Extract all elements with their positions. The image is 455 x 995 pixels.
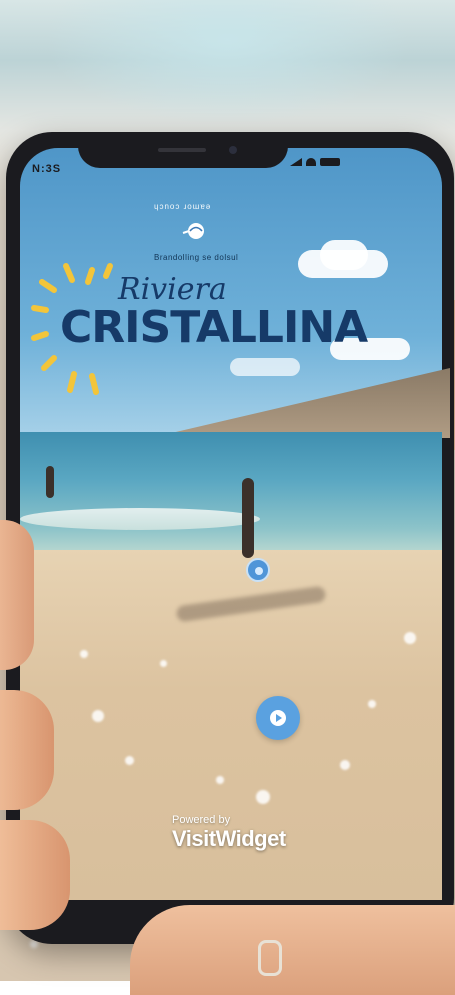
hand-palm	[130, 905, 455, 995]
hand-finger-left	[0, 820, 70, 930]
cloud	[230, 358, 300, 376]
play-button[interactable]	[256, 696, 300, 740]
sparkle	[160, 660, 167, 667]
powered-by-label: Powered by	[172, 814, 231, 826]
ring	[258, 940, 282, 976]
status-time: N:3S	[32, 163, 62, 175]
location-dot-icon[interactable]	[246, 558, 270, 582]
top-label: ɥɔnoɔ ɹoɯɐǝ	[154, 202, 212, 211]
shell-logo-icon	[182, 223, 204, 239]
battery-icon	[320, 158, 340, 166]
wifi-icon	[306, 158, 316, 166]
hand-finger-left	[0, 690, 54, 810]
signal-icon	[290, 158, 302, 166]
phone-camera	[229, 146, 237, 154]
sparkle	[404, 632, 416, 644]
sparkle	[368, 700, 376, 708]
subtitle: Brandolling se dolsul	[154, 253, 239, 262]
cloud	[320, 240, 368, 270]
title-main: CRISTALLINA	[60, 302, 368, 353]
sparkle	[256, 790, 270, 804]
hand-thumb-left	[0, 520, 34, 670]
sparkle	[80, 650, 88, 658]
person-silhouette	[242, 478, 254, 558]
sparkle	[125, 756, 134, 765]
sparkle	[340, 760, 350, 770]
status-icons	[290, 158, 340, 166]
wave-foam	[20, 508, 260, 530]
play-icon	[270, 710, 286, 726]
sparkle	[92, 710, 104, 722]
phone-speaker	[158, 148, 206, 152]
visitwidget-logo[interactable]: VisitWidget	[172, 826, 286, 852]
person-silhouette	[46, 466, 54, 498]
sparkle	[216, 776, 224, 784]
sea	[20, 432, 442, 552]
